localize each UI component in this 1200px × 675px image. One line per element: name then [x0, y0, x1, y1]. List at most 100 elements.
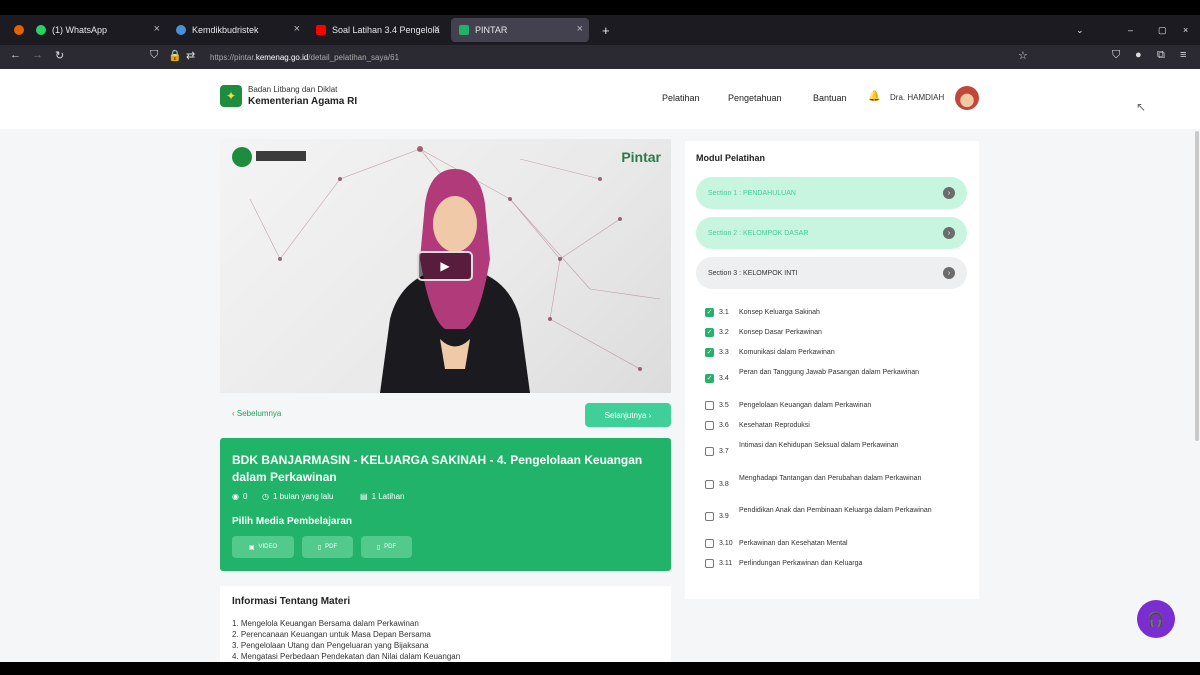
tab-kemdikbud[interactable]: Kemdikbudristek ×	[168, 18, 306, 42]
nav-pelatihan[interactable]: Pelatihan	[662, 93, 700, 103]
firefox-menu-icon[interactable]	[6, 18, 26, 42]
tab-label: (1) WhatsApp	[52, 25, 108, 35]
module-panel: Modul Pelatihan Section 1 : PENDAHULUAN …	[685, 141, 979, 599]
window-close-icon[interactable]: ×	[1175, 18, 1193, 42]
info-item: 2. Perencanaan Keuangan untuk Masa Depan…	[232, 630, 431, 639]
lesson-title: Pengelolaan Keuangan dalam Perkawinan	[739, 402, 872, 409]
lesson-item[interactable]: ✓ 3.1 Konsep Keluarga Sakinah	[705, 307, 957, 319]
checkbox-checked[interactable]: ✓	[705, 308, 714, 317]
lesson-title: Kesehatan Reproduksi	[739, 422, 810, 429]
brand-title[interactable]: Kementerian Agama RI	[248, 96, 357, 107]
checkbox-unchecked[interactable]	[705, 401, 714, 410]
extensions-icon[interactable]: ⧉	[1157, 49, 1165, 62]
lesson-title: Peran dan Tanggung Jawab Pasangan dalam …	[739, 369, 920, 376]
url-bar[interactable]: https://pintar. kemenag.go.id/detail_pela…	[140, 48, 1040, 66]
lesson-number: 3.8	[719, 481, 729, 488]
lesson-item[interactable]: ✓ 3.2 Konsep Dasar Perkawinan	[705, 327, 957, 339]
bookmark-star-icon[interactable]: ☆	[1018, 49, 1028, 62]
back-icon[interactable]: ←	[10, 49, 21, 61]
info-title: Informasi Tentang Materi	[232, 596, 351, 607]
nav-pengetahuan[interactable]: Pengetahuan	[728, 93, 782, 103]
avatar[interactable]	[955, 86, 979, 110]
lesson-item[interactable]: ✓ 3.3 Komunikasi dalam Perkawinan	[705, 347, 957, 359]
video-media-button[interactable]: ▣ VIDEO	[232, 536, 294, 558]
media-button-label: VIDEO	[258, 544, 278, 550]
page-scrollbar[interactable]	[1195, 131, 1199, 441]
video-player[interactable]: Pintar ▶	[220, 139, 671, 393]
checkbox-unchecked[interactable]	[705, 480, 714, 489]
menu-icon[interactable]: ≡	[1180, 49, 1186, 61]
exercise-count: 1 Latihan	[371, 492, 405, 501]
checkbox-unchecked[interactable]	[705, 539, 714, 548]
section-label: Section 2 : KELOMPOK DASAR	[708, 229, 809, 237]
nav-bantuan[interactable]: Bantuan	[813, 93, 847, 103]
close-icon[interactable]: ×	[577, 23, 583, 35]
pdf-media-button-2[interactable]: ▯ PDF	[361, 536, 412, 558]
checkbox-unchecked[interactable]	[705, 447, 714, 456]
tab-label: PINTAR	[475, 25, 508, 35]
module-title: Modul Pelatihan	[696, 153, 766, 163]
youtube-icon	[316, 25, 326, 35]
info-item: 3. Pengelolaan Utang dan Pengeluaran yan…	[232, 641, 429, 650]
url-prefix: https://pintar.	[210, 52, 256, 62]
checkbox-unchecked[interactable]	[705, 421, 714, 430]
info-item: 1. Mengelola Keuangan Bersama dalam Perk…	[232, 619, 419, 628]
close-icon[interactable]: ×	[294, 23, 300, 35]
url-path: /detail_pelatihan_saya/61	[308, 52, 400, 62]
user-name[interactable]: Dra. HAMDIAH	[890, 93, 944, 102]
lesson-number: 3.3	[719, 349, 729, 356]
pdf-media-button[interactable]: ▯ PDF	[302, 536, 353, 558]
section-label: Section 1 : PENDAHULUAN	[708, 189, 796, 197]
lesson-title: Konsep Dasar Perkawinan	[739, 329, 822, 336]
lesson-number: 3.1	[719, 309, 729, 316]
lesson-item[interactable]: 3.11 Perlindungan Perkawinan dan Keluarg…	[705, 558, 957, 570]
reload-icon[interactable]: ↻	[55, 49, 64, 62]
minimize-icon[interactable]: –	[1120, 18, 1138, 42]
lesson-item[interactable]: 3.7 Intimasi dan Kehidupan Seksual dalam…	[705, 440, 957, 458]
lesson-number: 3.7	[719, 448, 729, 455]
close-icon[interactable]: ×	[154, 23, 160, 35]
lesson-item[interactable]: 3.6 Kesehatan Reproduksi	[705, 420, 957, 432]
lesson-number: 3.5	[719, 402, 729, 409]
checkbox-unchecked[interactable]	[705, 559, 714, 568]
forward-icon[interactable]: →	[32, 49, 43, 61]
previous-button[interactable]: ‹ Sebelumnya	[232, 409, 281, 418]
kemenag-logo-icon[interactable]: ✦	[220, 85, 242, 107]
checkbox-checked[interactable]: ✓	[705, 328, 714, 337]
tab-list-icon[interactable]: ⌄	[1068, 18, 1086, 42]
tab-youtube[interactable]: Soal Latihan 3.4 Pengelolaan Keu ×	[308, 18, 446, 42]
media-heading: Pilih Media Pembelajaran	[232, 516, 353, 527]
lesson-number: 3.10	[719, 540, 733, 547]
section-1[interactable]: Section 1 : PENDAHULUAN ›	[696, 177, 967, 209]
tab-pintar[interactable]: PINTAR ×	[451, 18, 589, 42]
time-ago: 1 bulan yang lalu	[272, 492, 334, 501]
section-3[interactable]: Section 3 : KELOMPOK INTI ›	[696, 257, 967, 289]
notification-bell-icon[interactable]: 🔔	[868, 91, 880, 102]
course-title: BDK BANJARMASIN - KELUARGA SAKINAH - 4. …	[232, 453, 643, 484]
checkbox-checked[interactable]: ✓	[705, 348, 714, 357]
checkbox-unchecked[interactable]	[705, 512, 714, 521]
play-button[interactable]: ▶	[417, 251, 473, 281]
lesson-item[interactable]: ✓ 3.4 Peran dan Tanggung Jawab Pasangan …	[705, 367, 957, 385]
whatsapp-icon	[36, 25, 46, 35]
help-headset-button[interactable]: 🎧	[1137, 600, 1175, 638]
maximize-icon[interactable]: ▢	[1150, 18, 1168, 42]
lesson-item[interactable]: 3.8 Menghadapi Tantangan dan Perubahan d…	[705, 473, 957, 491]
next-button[interactable]: Selanjutnya ›	[585, 403, 671, 427]
lesson-item[interactable]: 3.5 Pengelolaan Keuangan dalam Perkawina…	[705, 400, 957, 412]
pocket-icon[interactable]: ⛉	[1112, 49, 1120, 62]
close-icon[interactable]: ×	[434, 23, 440, 35]
tab-whatsapp[interactable]: (1) WhatsApp ×	[28, 18, 166, 42]
bdk-logo-icon	[232, 147, 252, 167]
lesson-item[interactable]: 3.9 Pendidikan Anak dan Pembinaan Keluar…	[705, 505, 957, 523]
lesson-number: 3.11	[719, 560, 733, 567]
exercise-meta: ▤ 1 Latihan	[360, 492, 404, 501]
browser-tab-bar: (1) WhatsApp × Kemdikbudristek × Soal La…	[0, 15, 1200, 45]
presenter-image	[380, 169, 530, 393]
account-icon[interactable]: ●	[1135, 49, 1142, 61]
lesson-number: 3.4	[719, 375, 729, 382]
new-tab-button[interactable]: +	[594, 18, 612, 42]
lesson-item[interactable]: 3.10 Perkawinan dan Kesehatan Mental	[705, 538, 957, 550]
section-2[interactable]: Section 2 : KELOMPOK DASAR ›	[696, 217, 967, 249]
checkbox-checked[interactable]: ✓	[705, 374, 714, 383]
